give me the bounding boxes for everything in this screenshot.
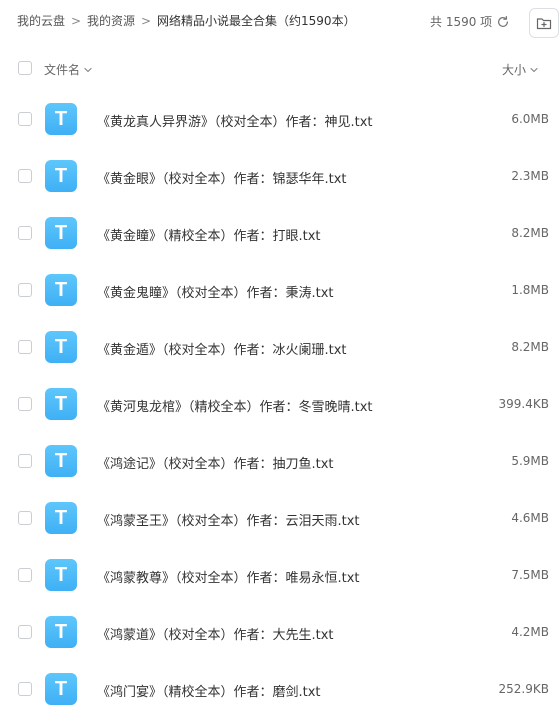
breadcrumb: 我的云盘 > 我的资源 > 网络精品小说最全合集（约1590本） bbox=[17, 12, 356, 29]
file-size: 399.4KB bbox=[498, 397, 549, 411]
chevron-down-icon bbox=[529, 65, 539, 75]
file-row[interactable]: T 《黄金遁》（校对全本）作者：冰火阑珊.txt 8.2MB bbox=[0, 319, 559, 376]
txt-file-icon: T bbox=[45, 274, 77, 306]
file-row[interactable]: T 《黄金眼》（校对全本）作者：锦瑟华年.txt 2.3MB bbox=[0, 148, 559, 205]
txt-file-icon: T bbox=[45, 160, 77, 192]
chevron-right-icon: > bbox=[70, 13, 82, 28]
file-size: 4.2MB bbox=[511, 625, 549, 639]
file-row[interactable]: T 《黄龙真人异界游》（校对全本）作者：神见.txt 6.0MB bbox=[0, 91, 559, 148]
file-name[interactable]: 《鸿蒙圣王》（校对全本）作者：云泪天雨.txt bbox=[97, 510, 360, 529]
sort-by-size[interactable]: 大小 bbox=[502, 61, 539, 78]
txt-file-icon: T bbox=[45, 673, 77, 705]
row-checkbox[interactable] bbox=[18, 625, 32, 639]
txt-file-icon: T bbox=[45, 502, 77, 534]
file-name[interactable]: 《鸿途记》（校对全本）作者：抽刀鱼.txt bbox=[97, 453, 334, 472]
file-size: 1.8MB bbox=[511, 283, 549, 297]
file-row[interactable]: T 《黄金鬼瞳》（校对全本）作者：秉涛.txt 1.8MB bbox=[0, 262, 559, 319]
txt-file-icon: T bbox=[45, 103, 77, 135]
file-row[interactable]: T 《黄河鬼龙棺》（精校全本）作者：冬雪晚晴.txt 399.4KB bbox=[0, 376, 559, 433]
file-row[interactable]: T 《黄金瞳》（精校全本）作者：打眼.txt 8.2MB bbox=[0, 205, 559, 262]
item-count-text: 共 1590 项 bbox=[430, 15, 493, 29]
file-row[interactable]: T 《鸿蒙道》（校对全本）作者：大先生.txt 4.2MB bbox=[0, 604, 559, 661]
breadcrumb-item-my-drive[interactable]: 我的云盘 bbox=[17, 12, 65, 29]
file-row[interactable]: T 《鸿蒙教尊》（校对全本）作者：唯易永恒.txt 7.5MB bbox=[0, 547, 559, 604]
chevron-right-icon: > bbox=[141, 13, 152, 28]
refresh-icon[interactable] bbox=[496, 15, 510, 29]
file-row[interactable]: T 《鸿门宴》（精校全本）作者：磨剑.txt 252.9KB bbox=[0, 661, 559, 716]
txt-file-icon: T bbox=[45, 445, 77, 477]
file-size: 8.2MB bbox=[511, 340, 549, 354]
file-name[interactable]: 《鸿蒙道》（校对全本）作者：大先生.txt bbox=[97, 624, 334, 643]
file-name[interactable]: 《黄龙真人异界游》（校对全本）作者：神见.txt bbox=[97, 111, 373, 130]
txt-file-icon: T bbox=[45, 616, 77, 648]
folder-add-icon bbox=[536, 15, 552, 31]
file-size: 2.3MB bbox=[511, 169, 549, 183]
chevron-down-icon bbox=[83, 65, 93, 75]
file-size: 4.6MB bbox=[511, 511, 549, 525]
breadcrumb-item-current-folder: 网络精品小说最全合集（约1590本） bbox=[157, 14, 356, 28]
sort-by-name[interactable]: 文件名 bbox=[44, 61, 93, 78]
file-name[interactable]: 《鸿蒙教尊》（校对全本）作者：唯易永恒.txt bbox=[97, 567, 360, 586]
row-checkbox[interactable] bbox=[18, 169, 32, 183]
file-name[interactable]: 《黄金鬼瞳》（校对全本）作者：秉涛.txt bbox=[97, 282, 334, 301]
file-size: 252.9KB bbox=[498, 682, 549, 696]
file-name[interactable]: 《黄河鬼龙棺》（精校全本）作者：冬雪晚晴.txt bbox=[97, 396, 373, 415]
file-list: T 《黄龙真人异界游》（校对全本）作者：神见.txt 6.0MB T 《黄金眼》… bbox=[0, 91, 559, 716]
file-row[interactable]: T 《鸿蒙圣王》（校对全本）作者：云泪天雨.txt 4.6MB bbox=[0, 490, 559, 547]
top-bar: 我的云盘 > 我的资源 > 网络精品小说最全合集（约1590本） 共 1590 … bbox=[0, 0, 559, 44]
file-size: 8.2MB bbox=[511, 226, 549, 240]
file-name[interactable]: 《黄金瞳》（精校全本）作者：打眼.txt bbox=[97, 225, 321, 244]
txt-file-icon: T bbox=[45, 559, 77, 591]
file-row[interactable]: T 《鸿途记》（校对全本）作者：抽刀鱼.txt 5.9MB bbox=[0, 433, 559, 490]
file-size: 7.5MB bbox=[511, 568, 549, 582]
txt-file-icon: T bbox=[45, 217, 77, 249]
size-column-label: 大小 bbox=[502, 63, 527, 77]
breadcrumb-item-my-resources[interactable]: 我的资源 bbox=[87, 12, 135, 29]
file-name[interactable]: 《鸿门宴》（精校全本）作者：磨剑.txt bbox=[97, 681, 321, 700]
file-size: 5.9MB bbox=[511, 454, 549, 468]
file-name[interactable]: 《黄金遁》（校对全本）作者：冰火阑珊.txt bbox=[97, 339, 347, 358]
txt-file-icon: T bbox=[45, 388, 77, 420]
list-header: 文件名 大小 bbox=[0, 52, 559, 84]
new-folder-button[interactable] bbox=[529, 8, 559, 38]
row-checkbox[interactable] bbox=[18, 340, 32, 354]
row-checkbox[interactable] bbox=[18, 454, 32, 468]
row-checkbox[interactable] bbox=[18, 226, 32, 240]
txt-file-icon: T bbox=[45, 331, 77, 363]
row-checkbox[interactable] bbox=[18, 112, 32, 126]
row-checkbox[interactable] bbox=[18, 283, 32, 297]
file-name[interactable]: 《黄金眼》（校对全本）作者：锦瑟华年.txt bbox=[97, 168, 347, 187]
select-all-checkbox[interactable] bbox=[18, 61, 32, 75]
name-column-label: 文件名 bbox=[44, 63, 81, 77]
file-size: 6.0MB bbox=[511, 112, 549, 126]
row-checkbox[interactable] bbox=[18, 511, 32, 525]
item-count: 共 1590 项 bbox=[430, 13, 510, 30]
row-checkbox[interactable] bbox=[18, 568, 32, 582]
row-checkbox[interactable] bbox=[18, 397, 32, 411]
row-checkbox[interactable] bbox=[18, 682, 32, 696]
